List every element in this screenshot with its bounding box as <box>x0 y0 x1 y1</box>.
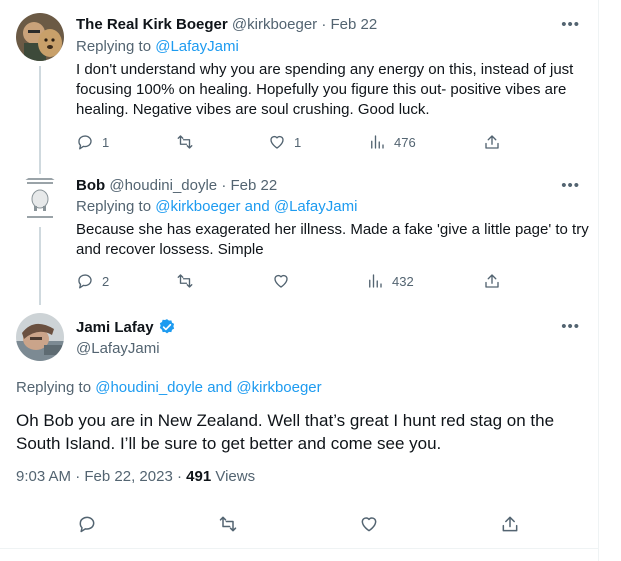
tweet-time[interactable]: 9:03 AM <box>16 468 71 485</box>
retweet-icon <box>219 516 237 532</box>
author-name[interactable]: Jami Lafay <box>76 319 154 336</box>
like-icon <box>361 517 377 532</box>
retweet-icon <box>177 274 193 288</box>
more-icon[interactable]: ••• <box>561 177 580 194</box>
author-handle[interactable]: @kirkboeger <box>232 16 317 33</box>
replying-to-link[interactable]: @houdini_doyle and @kirkboeger <box>95 379 321 396</box>
author-name[interactable]: The Real Kirk Boeger <box>76 16 228 33</box>
reply-button[interactable]: 1 <box>76 133 109 151</box>
reply-count: 1 <box>102 134 110 150</box>
replying-to-link[interactable]: @LafayJami <box>155 38 239 55</box>
tweet-date[interactable]: Feb 22 <box>331 16 378 33</box>
like-button[interactable] <box>359 514 379 534</box>
avatar-bob[interactable] <box>16 175 64 223</box>
tweet-bob[interactable]: Bob @houdini_doyle · Feb 22 ••• Replying… <box>0 165 598 305</box>
avatar-kirk[interactable] <box>16 13 64 61</box>
more-icon[interactable]: ••• <box>561 16 580 33</box>
views-icon <box>369 274 382 288</box>
replying-label: Replying to <box>16 379 92 396</box>
main-author-name[interactable]: Jami Lafay <box>76 318 176 336</box>
reply-count: 2 <box>102 273 110 289</box>
reply-icon <box>79 516 95 533</box>
tweet-text: Because she has exagerated her illness. … <box>76 221 589 258</box>
retweet-icon <box>177 135 193 149</box>
tweet-actions: 1 1 476 <box>76 133 516 153</box>
retweet-button[interactable] <box>218 514 238 534</box>
main-replying-to: Replying to @houdini_doyle and @kirkboeg… <box>16 379 322 396</box>
main-tweet-text: Oh Bob you are in New Zealand. Well that… <box>16 411 555 453</box>
reply-button[interactable]: 2 <box>76 272 109 290</box>
share-button[interactable] <box>500 514 520 534</box>
separator: · <box>75 468 81 485</box>
separator: · <box>221 177 227 194</box>
share-button[interactable] <box>483 133 501 151</box>
main-tweet-actions <box>0 514 598 538</box>
share-icon <box>502 516 518 532</box>
thread-line <box>39 66 41 165</box>
replying-label: Replying to <box>76 198 152 215</box>
tweet-header: The Real Kirk Boeger @kirkboeger · Feb 2… <box>76 16 377 33</box>
views-label: Views <box>215 468 256 485</box>
more-icon[interactable]: ••• <box>561 318 580 335</box>
like-button[interactable]: 1 <box>268 133 301 151</box>
replying-to: Replying to @LafayJami <box>76 38 239 55</box>
replying-label: Replying to <box>76 38 152 55</box>
verified-badge-icon <box>159 319 174 334</box>
separator: · <box>176 468 182 485</box>
replying-to-link[interactable]: @kirkboeger and @LafayJami <box>155 198 357 215</box>
retweet-button[interactable] <box>176 272 202 290</box>
like-button[interactable] <box>272 272 298 290</box>
views-button[interactable]: 476 <box>368 133 416 151</box>
retweet-button[interactable] <box>176 133 202 151</box>
timeline-border <box>598 0 599 561</box>
views-count: 476 <box>394 134 416 150</box>
tweet-actions: 2 432 <box>76 272 516 292</box>
like-icon <box>270 135 284 149</box>
tweet-meta: 9:03 AM · Feb 22, 2023 · 491 Views <box>16 468 255 485</box>
tweet-kirk[interactable]: The Real Kirk Boeger @kirkboeger · Feb 2… <box>0 0 598 165</box>
divider <box>0 548 598 549</box>
author-name[interactable]: Bob <box>76 177 105 194</box>
tweet-header: Bob @houdini_doyle · Feb 22 <box>76 177 277 194</box>
share-icon <box>485 135 499 149</box>
reply-icon <box>78 135 92 150</box>
separator: · <box>321 16 327 33</box>
share-icon <box>485 274 499 288</box>
share-button[interactable] <box>483 272 501 290</box>
replying-to: Replying to @kirkboeger and @LafayJami <box>76 198 357 215</box>
thread-line <box>39 227 41 305</box>
tweet-text: I don't understand why you are spending … <box>76 61 574 118</box>
reply-button[interactable] <box>77 514 97 534</box>
like-icon <box>274 274 288 288</box>
views-button[interactable]: 432 <box>366 272 414 290</box>
tweet-date[interactable]: Feb 22 <box>231 177 278 194</box>
main-author-handle[interactable]: @LafayJami <box>76 340 160 357</box>
avatar-jami[interactable] <box>16 313 64 361</box>
views-icon <box>371 135 384 149</box>
views-count: 491 <box>186 468 212 485</box>
thread-line-top <box>39 165 41 174</box>
like-count: 1 <box>294 134 302 150</box>
author-handle[interactable]: @houdini_doyle <box>109 177 217 194</box>
reply-icon <box>78 274 92 289</box>
tweet-full-date[interactable]: Feb 22, 2023 <box>84 468 172 485</box>
views-count: 432 <box>392 273 414 289</box>
